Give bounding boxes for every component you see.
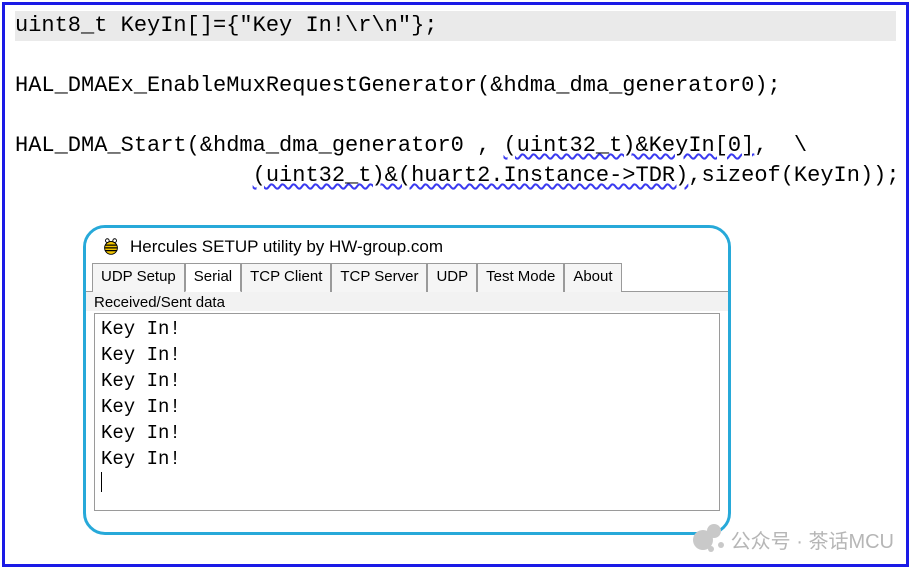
code-text: uint8_t KeyIn[]={"Key In!\r\n"}; [15, 13, 437, 38]
window-title: Hercules SETUP utility by HW-group.com [130, 237, 443, 257]
code-line: uint8_t KeyIn[]={"Key In!\r\n"}; [15, 11, 896, 41]
watermark-text: 公众号 · 茶话MCU [731, 525, 894, 554]
tab-label: UDP Setup [101, 268, 176, 285]
tab-tcp-client[interactable]: TCP Client [241, 263, 331, 292]
tab-label: TCP Server [340, 268, 418, 285]
groupbox-label: Received/Sent data [86, 292, 728, 311]
terminal-line: Key In! [101, 448, 181, 470]
screenshot-frame: uint8_t KeyIn[]={"Key In!\r\n"}; HAL_DMA… [2, 2, 909, 567]
tab-udp[interactable]: UDP [427, 263, 477, 292]
code-editor: uint8_t KeyIn[]={"Key In!\r\n"}; HAL_DMA… [5, 5, 906, 191]
code-indent [15, 163, 253, 188]
window-titlebar: Hercules SETUP utility by HW-group.com [86, 228, 728, 262]
code-wavy: (uint32_t)&KeyIn[0] [503, 133, 754, 158]
terminal-output[interactable]: Key In! Key In! Key In! Key In! Key In! … [94, 313, 720, 511]
code-line: (uint32_t)&(huart2.Instance->TDR),sizeof… [15, 161, 896, 191]
tab-label: UDP [436, 268, 468, 285]
tab-serial[interactable]: Serial [185, 263, 241, 292]
code-text: , \ [754, 133, 807, 158]
code-text: HAL_DMAEx_EnableMuxRequestGenerator(&hdm… [15, 73, 781, 98]
app-icon [100, 236, 122, 258]
terminal-line: Key In! [101, 396, 181, 418]
tab-udp-setup[interactable]: UDP Setup [92, 263, 185, 292]
code-wavy: (uint32_t)&(huart2.Instance->TDR) [253, 163, 689, 188]
tab-about[interactable]: About [564, 263, 621, 292]
tab-label: TCP Client [250, 268, 322, 285]
code-line: HAL_DMAEx_EnableMuxRequestGenerator(&hdm… [15, 71, 896, 101]
tab-tcp-server[interactable]: TCP Server [331, 263, 427, 292]
tab-strip: UDP Setup Serial TCP Client TCP Server U… [86, 262, 728, 292]
tab-test-mode[interactable]: Test Mode [477, 263, 564, 292]
terminal-line: Key In! [101, 318, 181, 340]
terminal-line: Key In! [101, 344, 181, 366]
terminal-line: Key In! [101, 370, 181, 392]
wechat-icon [693, 524, 723, 554]
code-line [15, 101, 896, 131]
code-text: ,sizeof(KeyIn)); [688, 163, 899, 188]
code-text: HAL_DMA_Start(&hdma_dma_generator0 , [15, 133, 503, 158]
hercules-window: Hercules SETUP utility by HW-group.com U… [83, 225, 731, 535]
text-caret [101, 472, 102, 492]
code-line [15, 41, 896, 71]
watermark: 公众号 · 茶话MCU [693, 524, 894, 554]
code-line: HAL_DMA_Start(&hdma_dma_generator0 , (ui… [15, 131, 896, 161]
tab-label: About [573, 268, 612, 285]
terminal-line: Key In! [101, 422, 181, 444]
tab-label: Serial [194, 268, 232, 285]
tab-label: Test Mode [486, 268, 555, 285]
